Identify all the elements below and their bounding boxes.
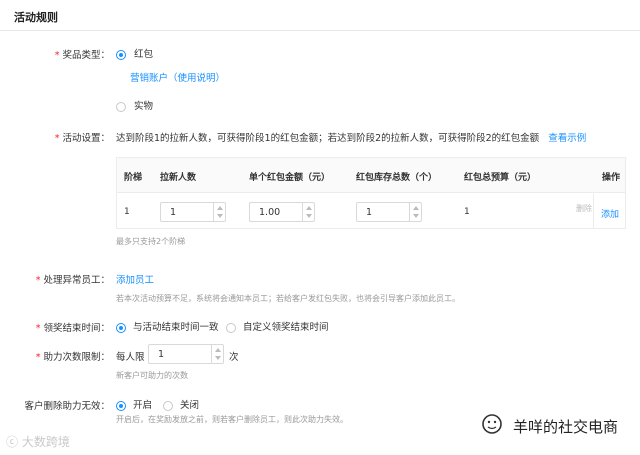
radio-unselected-icon[interactable] [226, 322, 236, 333]
radio-physical-item[interactable]: 实物 [116, 98, 153, 112]
amount-value[interactable]: 1.00 [259, 207, 280, 218]
wechat-icon [482, 414, 502, 434]
radio-red-packet[interactable]: 红包 [116, 46, 153, 60]
radio-selected-icon[interactable] [116, 49, 126, 60]
radio-claim-same[interactable]: 与活动结束时间一致 [116, 319, 219, 333]
radio-delete-on-label: 开启 [133, 400, 153, 411]
add-staff-link[interactable]: 添加员工 [116, 272, 154, 286]
exception-staff-label: * 处理异常员工： [35, 275, 110, 286]
radio-unselected-icon[interactable] [163, 400, 173, 411]
delete-invalid-hint: 开启后，在奖励发放之前，则若客户删除员工，则此次助力失效。 [116, 415, 348, 424]
watermark-right-text: 羊咩的社交电商 [512, 418, 618, 436]
add-row-button[interactable]: 添加 [601, 207, 619, 220]
radio-selected-icon[interactable] [116, 322, 126, 333]
radio-physical-item-label: 实物 [134, 101, 154, 112]
assist-limit-label: * 助力次数限制： [35, 352, 110, 363]
op-separator [593, 194, 594, 229]
col-stock: 红包库存总数（个） [356, 173, 438, 183]
col-amount: 单个红包金额（元） [249, 173, 331, 183]
divider [0, 30, 640, 31]
assist-limit-suffix: 次 [229, 352, 239, 363]
section-title: 活动规则 [14, 11, 58, 24]
table-header: 阶梯 拉新人数 单个红包金额（元） 红包库存总数（个） 红包总预算（元） 操作 [117, 158, 625, 193]
cell-budget: 1 [464, 207, 470, 217]
stepper-arrows-icon[interactable] [409, 203, 421, 221]
activity-settings-desc: 达到阶段1的拉新人数，可获得阶段1的红包金额；若达到阶段2的拉新人数，可获得阶段… [116, 130, 586, 144]
new-users-value[interactable]: 1 [170, 207, 176, 218]
radio-red-packet-label: 红包 [134, 49, 154, 60]
assist-limit-value[interactable]: 1 [158, 349, 164, 360]
stepper-arrows-icon[interactable] [302, 203, 314, 221]
delete-invalid-label: 客户删除助力无效： [24, 401, 110, 412]
view-example-link[interactable]: 查看示例 [548, 133, 586, 144]
amount-stepper[interactable]: 1.00 [249, 202, 315, 222]
cell-step: 1 [124, 207, 130, 217]
stock-value[interactable]: 1 [366, 207, 372, 218]
assist-limit-hint: 新客户可助力的次数 [116, 371, 188, 380]
watermark-logo-icon: ⓒ [6, 435, 22, 449]
col-step: 阶梯 [124, 173, 143, 183]
tier-table: 阶梯 拉新人数 单个红包金额（元） 红包库存总数（个） 红包总预算（元） 操作 … [116, 157, 626, 229]
stepper-arrows-icon[interactable] [213, 203, 225, 221]
radio-unselected-icon[interactable] [116, 101, 126, 112]
activity-settings-label: * 活动设置： [54, 133, 110, 144]
radio-delete-off-label: 关闭 [180, 400, 200, 411]
col-ops: 操作 [602, 173, 621, 183]
radio-delete-off[interactable]: 关闭 [163, 397, 199, 411]
col-new-users: 拉新人数 [160, 173, 197, 183]
activity-desc-text: 达到阶段1的拉新人数，可获得阶段1的红包金额；若达到阶段2的拉新人数，可获得阶段… [116, 133, 540, 144]
radio-claim-custom-label: 自定义领奖结束时间 [243, 322, 329, 333]
exception-staff-hint: 若本次活动预算不足，系统将会通知本员工；若给客户发红包失败，也将会引导客户添加此… [116, 294, 460, 303]
stepper-arrows-icon[interactable] [211, 345, 223, 363]
radio-claim-same-label: 与活动结束时间一致 [133, 322, 219, 333]
stock-stepper[interactable]: 1 [356, 202, 422, 222]
new-users-stepper[interactable]: 1 [160, 202, 226, 222]
assist-limit-prefix: 每人限 [116, 352, 145, 363]
delete-row-button[interactable]: 删除 [576, 203, 592, 214]
radio-delete-on[interactable]: 开启 [116, 397, 152, 411]
assist-limit-stepper[interactable]: 1 [148, 344, 224, 364]
radio-selected-icon[interactable] [116, 400, 126, 411]
tier-hint: 最多只支持2个阶梯 [116, 237, 186, 246]
claim-end-label: * 领奖结束时间： [35, 323, 110, 334]
col-budget: 红包总预算（元） [464, 173, 537, 183]
watermark-left-text: ⓒ 大数跨境 [6, 435, 70, 449]
marketing-account-link[interactable]: 营销账户（使用说明） [130, 70, 225, 84]
radio-claim-custom[interactable]: 自定义领奖结束时间 [226, 319, 329, 333]
prize-type-label: * 奖品类型： [54, 50, 110, 61]
